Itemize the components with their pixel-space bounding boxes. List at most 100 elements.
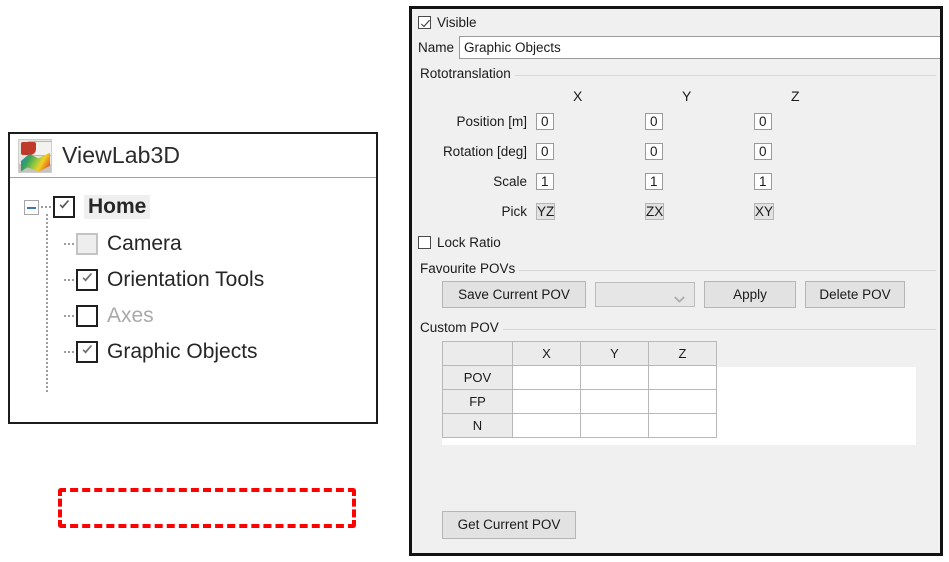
position-label: Position [m] <box>456 113 527 129</box>
table-cell-fp-y[interactable] <box>580 389 649 414</box>
table-cell-pov-y[interactable] <box>580 365 649 390</box>
tree-connector-dots <box>41 205 51 209</box>
annotation-highlight-box <box>58 488 356 528</box>
check-icon <box>420 18 431 33</box>
app-title: ViewLab3D <box>62 142 181 168</box>
table-cell-fp-z[interactable] <box>648 389 717 414</box>
axis-label-y: Y <box>682 88 692 104</box>
scale-z-input[interactable]: 1 <box>754 172 772 190</box>
tree-item-label-camera: Camera <box>107 232 182 255</box>
axis-label-x: X <box>573 88 583 104</box>
pick-row: Pick YZ ZX XY <box>412 196 940 226</box>
table-row: POV <box>442 365 717 390</box>
rotation-x-input[interactable]: 0 <box>536 142 554 160</box>
tree-item-label-home: Home <box>84 195 151 219</box>
check-icon <box>81 272 94 285</box>
tree-header: ViewLab3D <box>10 134 376 178</box>
tree-item-label-graphic-objects: Graphic Objects <box>107 340 258 363</box>
lock-ratio-row: Lock Ratio <box>412 229 940 255</box>
name-row: Name Graphic Objects <box>412 35 940 60</box>
rototranslation-title: Rototranslation <box>412 66 515 81</box>
tree-item-camera[interactable]: Camera <box>10 226 376 262</box>
table-cell-pov-z[interactable] <box>648 365 717 390</box>
position-row: Position [m] 0 0 0 <box>412 106 940 136</box>
position-y-input[interactable]: 0 <box>645 112 663 130</box>
properties-panel: Visible Name Graphic Objects Rototransla… <box>409 6 943 556</box>
scale-x-input[interactable]: 1 <box>536 172 554 190</box>
checkbox-axes[interactable] <box>76 305 98 327</box>
rototranslation-group: Rototranslation <box>412 66 940 81</box>
favourite-pov-select[interactable] <box>595 281 695 307</box>
scale-row: Scale 1 1 1 <box>412 166 940 196</box>
tree-connector-dots <box>64 242 74 246</box>
checkbox-orientation-tools[interactable] <box>76 269 98 291</box>
tree-connector-dots <box>64 350 74 354</box>
favourite-povs-group: Favourite POVs <box>412 261 940 276</box>
table-row-header-fp: FP <box>442 389 513 414</box>
check-icon <box>81 344 94 357</box>
visible-label: Visible <box>437 14 477 30</box>
table-col-x: X <box>512 341 581 366</box>
checkbox-home[interactable] <box>53 196 75 218</box>
visible-row: Visible <box>412 9 940 35</box>
table-row-header-pov: POV <box>442 365 513 390</box>
axis-label-z: Z <box>791 88 800 104</box>
tree-item-label-orientation-tools: Orientation Tools <box>107 268 265 291</box>
tree-body: Home Camera Orientation Tools Axes Graph… <box>10 178 376 392</box>
position-x-input[interactable]: 0 <box>536 112 554 130</box>
minus-expander-icon[interactable] <box>24 199 39 215</box>
scale-label: Scale <box>493 173 527 189</box>
tree-item-axes[interactable]: Axes <box>10 298 376 334</box>
table-cell-pov-x[interactable] <box>512 365 581 390</box>
checkbox-lock-ratio[interactable] <box>418 235 431 249</box>
pick-zx-button[interactable]: ZX <box>645 202 665 220</box>
checkbox-visible[interactable] <box>418 15 431 29</box>
position-z-input[interactable]: 0 <box>754 112 772 130</box>
object-tree-panel: ViewLab3D Home Camera Orientation Tools … <box>8 132 378 528</box>
name-input[interactable]: Graphic Objects <box>459 36 940 59</box>
table-col-y: Y <box>580 341 649 366</box>
tree-connector-dots <box>64 314 74 318</box>
pick-label: Pick <box>501 203 527 219</box>
custom-pov-table: X Y Z POV FP N <box>442 341 717 438</box>
table-row: N <box>442 413 717 438</box>
apply-pov-button[interactable]: Apply <box>704 280 796 308</box>
get-current-pov-button[interactable]: Get Current POV <box>442 511 576 539</box>
tree-item-label-axes: Axes <box>107 304 154 327</box>
tree-item-graphic-objects[interactable]: Graphic Objects <box>10 334 376 370</box>
custom-pov-group: Custom POV <box>412 320 940 335</box>
checkbox-graphic-objects[interactable] <box>76 341 98 363</box>
table-cell-n-x[interactable] <box>512 413 581 438</box>
table-corner-cell <box>442 341 513 366</box>
name-label: Name <box>418 40 455 55</box>
table-row-header-n: N <box>442 413 513 438</box>
checkbox-camera[interactable] <box>76 233 98 255</box>
rotation-z-input[interactable]: 0 <box>754 142 772 160</box>
delete-pov-button[interactable]: Delete POV <box>805 280 905 308</box>
custom-pov-title: Custom POV <box>412 320 503 335</box>
pick-yz-button[interactable]: YZ <box>536 202 556 220</box>
save-current-pov-button[interactable]: Save Current POV <box>442 280 586 308</box>
table-cell-n-y[interactable] <box>580 413 649 438</box>
table-cell-n-z[interactable] <box>648 413 717 438</box>
scale-y-input[interactable]: 1 <box>645 172 663 190</box>
rotation-y-input[interactable]: 0 <box>645 142 663 160</box>
lock-ratio-label: Lock Ratio <box>437 234 501 250</box>
tree-connector-dots <box>64 278 74 282</box>
rotation-label: Rotation [deg] <box>442 143 527 159</box>
pick-xy-button[interactable]: XY <box>754 202 775 220</box>
favourite-povs-title: Favourite POVs <box>412 261 520 276</box>
rotation-row: Rotation [deg] 0 0 0 <box>412 136 940 166</box>
axis-header-row: X Y Z <box>412 86 940 106</box>
tree-item-home[interactable]: Home <box>10 188 376 226</box>
table-col-z: Z <box>648 341 717 366</box>
check-icon <box>58 199 71 212</box>
favourite-povs-controls: Save Current POV Apply Delete POV <box>412 278 940 310</box>
table-header-row: X Y Z <box>442 341 717 366</box>
table-row: FP <box>442 389 717 414</box>
table-cell-fp-x[interactable] <box>512 389 581 414</box>
tree-item-orientation-tools[interactable]: Orientation Tools <box>10 262 376 298</box>
custom-pov-table-wrap: X Y Z POV FP N <box>442 341 916 445</box>
viewlab3d-logo-icon <box>18 138 52 173</box>
chevron-down-icon <box>674 291 685 306</box>
